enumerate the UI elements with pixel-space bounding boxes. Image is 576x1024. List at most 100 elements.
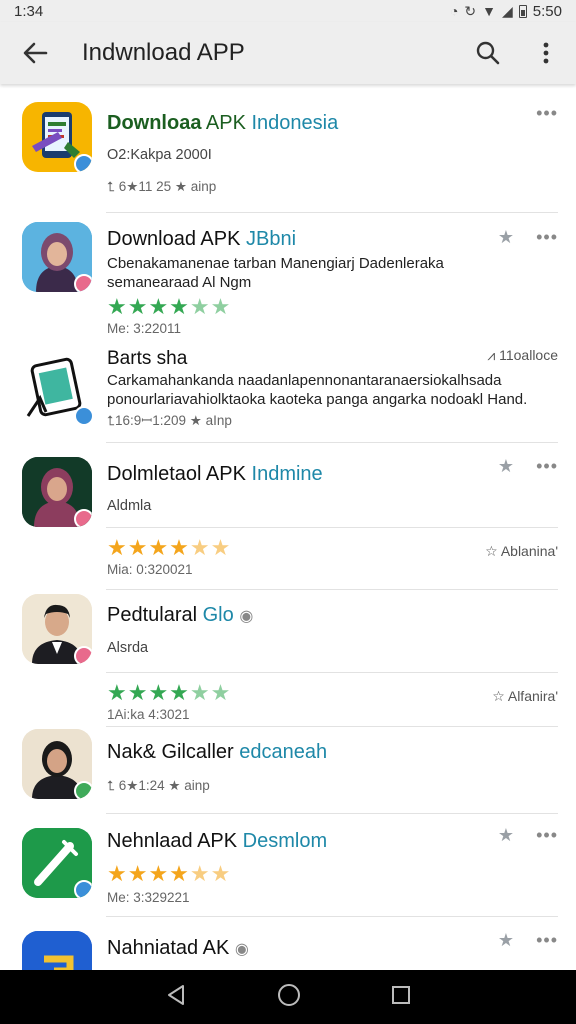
app-title: Nehnlaad APK Desmlom (107, 830, 327, 853)
signal-icon: ◢ (502, 3, 513, 19)
battery-icon (518, 4, 527, 18)
status-clock: 5:50 (532, 2, 562, 20)
app-list[interactable]: Downloaa APK Indonesia O2:Kakpa 2000I ⮤ … (0, 86, 576, 970)
globe-icon: ◉ (234, 941, 249, 958)
divider (106, 527, 558, 528)
favorite-star-button[interactable]: ★ (498, 228, 514, 246)
app-bar: Indwnload APP (0, 22, 576, 84)
rating-stars: ★★★★★★ (107, 861, 232, 886)
favorite-star-button[interactable]: ★ (498, 457, 514, 475)
search-button[interactable] (460, 22, 516, 84)
app-title: Pedtularal Glo ◉ (107, 604, 253, 627)
rating-stars: ★★★★★★ (107, 535, 232, 560)
pink-badge-icon (74, 509, 92, 527)
app-icon (22, 222, 92, 292)
app-title: Nak& Gilcaller edcaneah (107, 741, 327, 764)
app-title: Dolmletaol APK Indmine (107, 463, 323, 486)
publisher-tag: ⩘ 11oalloce (487, 347, 558, 363)
app-subtitle: O2:Kakpa 2000I (107, 147, 212, 163)
app-title: Download APK JBbni (107, 228, 296, 251)
app-subtitle: Aldmla (107, 498, 152, 514)
app-title-part: Nahniatad AK (107, 937, 230, 959)
app-title-part: Pedtularal (107, 604, 203, 626)
circle-home-icon (278, 983, 300, 1006)
favorite-star-button[interactable]: ★ (498, 931, 514, 949)
app-title-accent: Glo (202, 604, 234, 626)
publisher-tag: ☆ Alfanira' (492, 688, 558, 704)
list-item[interactable]: Dolmletaol APK Indmine Aldmla ★★★★★★ Mia… (0, 443, 576, 579)
app-title-accent: edcaneah (239, 741, 328, 763)
divider (106, 212, 558, 213)
app-title-part: Nehnlaad APK (107, 830, 243, 852)
app-description: Carkamahankanda naadanlapennonantaranaer… (107, 372, 502, 389)
blue-badge-icon (74, 880, 92, 898)
app-icon (22, 828, 92, 898)
alarm-icon: ◔ (449, 3, 459, 19)
verified-badge-icon (74, 154, 92, 172)
pink-badge-icon (74, 274, 92, 292)
list-item[interactable]: Barts sha ⩘ 11oalloce Carkamahankanda na… (0, 340, 576, 442)
status-icons: ◔ ↻ ▼ ◢ 5:50 (450, 3, 562, 20)
item-more-button[interactable]: ••• (536, 931, 558, 949)
favorite-star-button[interactable]: ★ (498, 826, 514, 844)
status-bar: 1:34 ◔ ↻ ▼ ◢ 5:50 (0, 0, 576, 22)
item-more-button[interactable]: ••• (536, 104, 558, 122)
app-description: semanearaad Al Ngm (107, 274, 252, 291)
page-title: Indwnload APP (82, 39, 245, 66)
list-item[interactable]: Pedtularal Glo ◉ Alsrda ★★★★★★ 1Ai:ka 4:… (0, 590, 576, 724)
more-vert-icon (543, 42, 549, 64)
app-meta: ⮤ 6★11 25 ★ ainp (107, 179, 217, 194)
app-title: Barts sha (107, 348, 188, 369)
sync-icon: ↻ (464, 3, 477, 19)
back-button[interactable] (0, 22, 70, 84)
verified-badge-icon (74, 406, 92, 424)
app-description: Cbenakamanenae tarban Manengiarj Dadenle… (107, 255, 444, 272)
app-description: ponourlariavahiolktaoka kaoteka panga an… (107, 391, 528, 408)
system-nav-bar (0, 970, 576, 1024)
app-logo-icon (22, 931, 92, 970)
app-title-accent: Desmlom (242, 830, 328, 852)
pink-badge-icon (74, 646, 92, 664)
app-icon (22, 594, 92, 664)
publisher-tag: ☆ Ablanina' (485, 543, 558, 559)
app-meta: ⮤16:9ꟷ1:209 ★ aInp (107, 413, 232, 428)
app-meta: Me: 3:22011 (107, 321, 182, 336)
nav-back-button[interactable] (165, 984, 187, 1011)
app-title-part: Dolmletaol APK (107, 463, 252, 485)
divider (106, 672, 558, 673)
list-item[interactable]: Nehnlaad APK Desmlom ★★★★★★ Me: 3:329221… (0, 814, 576, 918)
rating-stars: ★★★★★★ (107, 680, 232, 705)
wifi-icon: ▼ (482, 3, 497, 19)
globe-icon: ◉ (239, 608, 254, 625)
nav-recents-button[interactable] (391, 985, 411, 1010)
list-item[interactable]: Nahniatad AK ◉ ★ ••• (0, 917, 576, 970)
app-icon (22, 354, 92, 424)
overflow-menu-button[interactable] (516, 22, 576, 84)
app-title-accent: Indonesia (251, 112, 339, 134)
app-title: Downloaa APK Indonesia (107, 112, 338, 135)
search-icon (476, 41, 500, 65)
app-title-part: APK (201, 112, 252, 134)
app-meta: 1Ai:ka 4:3021 (107, 707, 190, 722)
list-item[interactable]: Nak& Gilcaller edcaneah ⮤ 6★1:24 ★ ainp (0, 727, 576, 813)
item-more-button[interactable]: ••• (536, 826, 558, 844)
app-icon (22, 102, 92, 172)
app-title-accent: Indmine (251, 463, 323, 485)
app-icon (22, 931, 92, 970)
list-item[interactable]: Download APK JBbni Cbenakamanenae tarban… (0, 214, 576, 340)
nav-home-button[interactable] (277, 983, 301, 1012)
app-subtitle: Alsrda (107, 640, 149, 656)
back-arrow-icon (23, 42, 48, 64)
rating-stars: ★★★★★★ (107, 294, 232, 319)
app-meta: Me: 3:329221 (107, 890, 190, 905)
triangle-back-icon (168, 984, 184, 1005)
app-meta: Mia: 0:320021 (107, 562, 193, 577)
square-recents-icon (392, 985, 410, 1004)
status-time: 1:34 (14, 2, 44, 20)
item-more-button[interactable]: ••• (536, 457, 558, 475)
app-meta: ⮤ 6★1:24 ★ ainp (107, 778, 210, 793)
app-title-part: Download APK (107, 228, 246, 250)
item-more-button[interactable]: ••• (536, 228, 558, 246)
app-title-part: Downloaa (107, 112, 202, 134)
list-item[interactable]: Downloaa APK Indonesia O2:Kakpa 2000I ⮤ … (0, 86, 576, 214)
